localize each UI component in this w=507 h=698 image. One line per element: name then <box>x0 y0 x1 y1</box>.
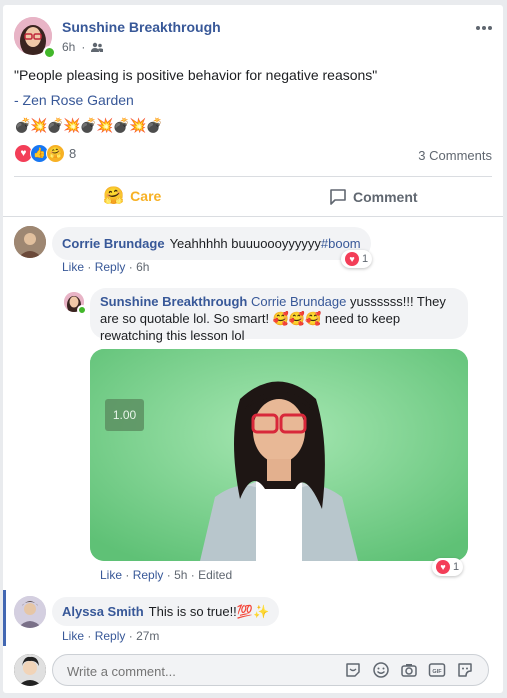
comment-button[interactable]: Comment <box>329 188 418 206</box>
reply-reaction-count: 1 <box>453 561 460 573</box>
more-options-icon[interactable] <box>475 19 493 34</box>
reply-reply-link[interactable]: Reply <box>133 568 164 582</box>
post-author-name[interactable]: Sunshine Breakthrough <box>62 19 221 35</box>
current-user-avatar[interactable] <box>14 654 46 686</box>
comment-time[interactable]: 27m <box>136 629 159 643</box>
care-reaction-icon: 🤗 <box>46 144 65 163</box>
comment-bubble: Corrie Brundage Yeahhhhh buuuoooyyyyyy #… <box>52 227 371 260</box>
comment-bubble-icon <box>330 189 346 205</box>
comment-text: Yeahhhhh buuuoooyyyyyy <box>169 236 321 251</box>
reply-edited-label[interactable]: Edited <box>198 568 232 582</box>
reply-mention[interactable]: Corrie Brundage <box>251 294 346 309</box>
care-emoji-icon: 🤗 <box>103 186 125 205</box>
comment-reactions[interactable]: ♥ 1 <box>341 250 373 268</box>
camera-icon[interactable] <box>400 661 418 679</box>
comment-author[interactable]: Alyssa Smith <box>62 604 144 619</box>
comment-actions: Like · Reply · 6h <box>62 260 150 274</box>
post-card: Sunshine Breakthrough 6h · "People pleas… <box>3 5 503 693</box>
care-button-label: Care <box>130 188 162 204</box>
commenter-avatar[interactable] <box>14 596 46 628</box>
comment-like-link[interactable]: Like <box>62 260 84 274</box>
reply-actions: Like · Reply · 5h · Edited <box>100 568 233 582</box>
post-quote: "People pleasing is positive behavior fo… <box>14 67 378 83</box>
comment-composer[interactable]: GIF <box>52 654 489 686</box>
reply-reactions[interactable]: ♥ 1 <box>432 558 464 576</box>
post-emoji-line: 💣💥💣💥💣💥💣💥💣 <box>14 117 163 133</box>
svg-text:GIF: GIF <box>432 669 442 675</box>
divider <box>14 176 492 177</box>
care-button[interactable]: 🤗 Care <box>103 186 161 206</box>
reply-time[interactable]: 5h <box>174 568 187 582</box>
comment-input[interactable] <box>65 661 329 681</box>
composer-tools: GIF <box>344 661 474 679</box>
comment-like-link[interactable]: Like <box>62 629 84 643</box>
comment-actions: Like · Reply · 27m <box>62 629 160 643</box>
post-source-link[interactable]: - Zen Rose Garden <box>14 92 134 108</box>
post-meta: 6h · <box>62 40 104 54</box>
gif-counter: 1.00 <box>105 399 144 431</box>
comment-button-label: Comment <box>353 189 418 205</box>
comments-count[interactable]: 3 Comments <box>418 148 492 163</box>
gif-icon[interactable]: GIF <box>428 661 446 679</box>
comment-time[interactable]: 6h <box>136 260 149 274</box>
online-status-dot <box>43 46 56 59</box>
sticker-comment-icon[interactable] <box>344 661 362 679</box>
post-time[interactable]: 6h <box>62 40 75 54</box>
reply-author[interactable]: Sunshine Breakthrough <box>100 294 247 309</box>
reaction-count: 8 <box>69 146 77 161</box>
reply-gif[interactable]: 1.00 <box>90 349 468 561</box>
comment-reply-link[interactable]: Reply <box>95 629 126 643</box>
comment-reaction-count: 1 <box>362 253 369 265</box>
hashtag-link[interactable]: #boom <box>321 236 361 251</box>
commenter-avatar[interactable] <box>14 226 46 258</box>
comment-bubble: Alyssa Smith This is so true!!💯✨ <box>52 597 280 626</box>
comment-reply-link[interactable]: Reply <box>95 260 126 274</box>
love-reaction-icon: ♥ <box>345 252 359 266</box>
online-status-dot <box>77 305 87 315</box>
gif-image <box>90 349 468 561</box>
comment-text: This is so true!!💯✨ <box>148 603 270 619</box>
comment-author[interactable]: Corrie Brundage <box>62 236 165 251</box>
reply-like-link[interactable]: Like <box>100 568 122 582</box>
sticker-icon[interactable] <box>456 661 474 679</box>
reaction-summary[interactable]: ♥ 👍 🤗 8 <box>14 144 76 163</box>
divider <box>3 216 503 217</box>
friends-audience-icon[interactable] <box>91 42 104 52</box>
reply-bubble: Sunshine Breakthrough Corrie Brundage yu… <box>90 288 468 343</box>
new-comment-indicator <box>3 590 6 646</box>
love-reaction-icon: ♥ <box>436 560 450 574</box>
emoji-icon[interactable] <box>372 661 390 679</box>
